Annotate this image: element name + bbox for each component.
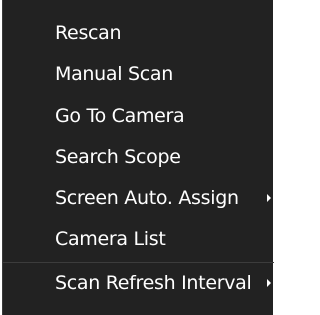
chevron-right-icon xyxy=(267,194,271,202)
menu-item-label: Screen Auto. Assign xyxy=(55,187,239,209)
menu-item-label: Manual Scan xyxy=(55,63,173,85)
menu-item-go-to-camera[interactable]: Go To Camera xyxy=(3,99,274,133)
menu-item-rescan[interactable]: Rescan xyxy=(3,16,274,50)
menu-item-label: Rescan xyxy=(55,22,122,44)
menu-item-screen-auto-assign[interactable]: Screen Auto. Assign xyxy=(3,181,274,215)
context-menu: Rescan Manual Scan Go To Camera Search S… xyxy=(2,0,274,315)
menu-item-scan-refresh-interval[interactable]: Scan Refresh Interval xyxy=(3,263,274,303)
chevron-right-icon xyxy=(267,279,271,287)
menu-item-label: Camera List xyxy=(55,228,166,250)
menu-item-search-scope[interactable]: Search Scope xyxy=(3,140,274,174)
menu-item-label: Scan Refresh Interval xyxy=(55,272,252,294)
menu-item-label: Search Scope xyxy=(55,146,181,168)
menu-item-label: Go To Camera xyxy=(55,105,185,127)
menu-item-manual-scan[interactable]: Manual Scan xyxy=(3,57,274,91)
menu-item-camera-list[interactable]: Camera List xyxy=(3,222,274,256)
